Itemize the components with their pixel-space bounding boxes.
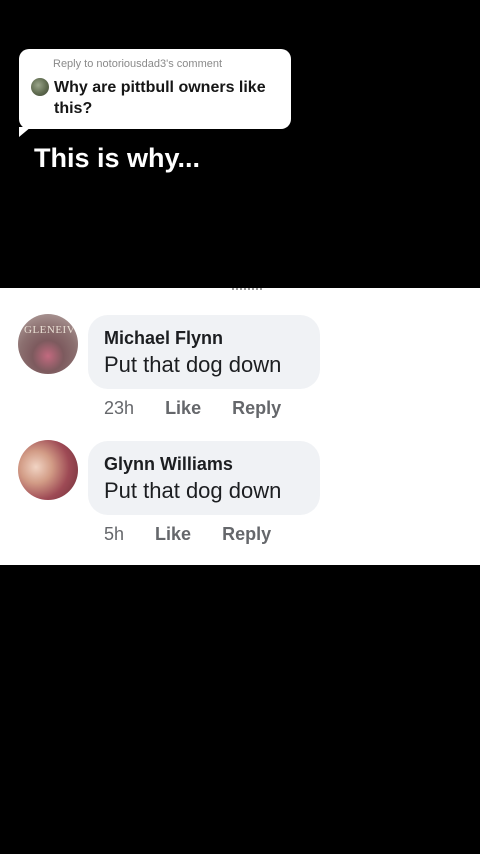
comment-author-name[interactable]: Michael Flynn: [104, 328, 223, 349]
comment-time: 5h: [104, 524, 125, 544]
comment-author-name[interactable]: Glynn Williams: [104, 454, 233, 475]
avatar-glynn-williams: [18, 440, 78, 500]
comments-screenshot: GLENEIVS Michael Flynn Put that dog down…: [0, 288, 480, 565]
cropped-text-fragment: [232, 288, 262, 294]
reply-button[interactable]: Reply: [232, 398, 281, 419]
like-button[interactable]: Like: [155, 524, 191, 545]
reply-card[interactable]: Reply to notoriousdad3's comment Why are…: [19, 49, 291, 137]
comment-actions: 23h Like Reply: [104, 398, 281, 419]
comment-actions: 5h Like Reply: [104, 524, 271, 545]
comment-text: Put that dog down: [104, 478, 282, 503]
reply-card-text: Why are pittbull owners like this?: [54, 79, 266, 117]
reply-avatar: [31, 78, 49, 96]
avatar-sign-text: GLENEIVS: [24, 324, 78, 336]
avatar-michael-flynn: GLENEIVS: [18, 314, 78, 374]
video-caption: This is why...: [34, 143, 201, 173]
like-button[interactable]: Like: [165, 398, 201, 419]
comment-bubble: Michael Flynn Put that dog down: [88, 315, 320, 389]
comment-time: 23h: [104, 398, 135, 418]
comment-bubble: Glynn Williams Put that dog down: [88, 441, 320, 515]
reply-card-header: Reply to notoriousdad3's comment: [53, 58, 223, 70]
comment-text: Put that dog down: [104, 352, 282, 377]
reply-button[interactable]: Reply: [222, 524, 271, 545]
